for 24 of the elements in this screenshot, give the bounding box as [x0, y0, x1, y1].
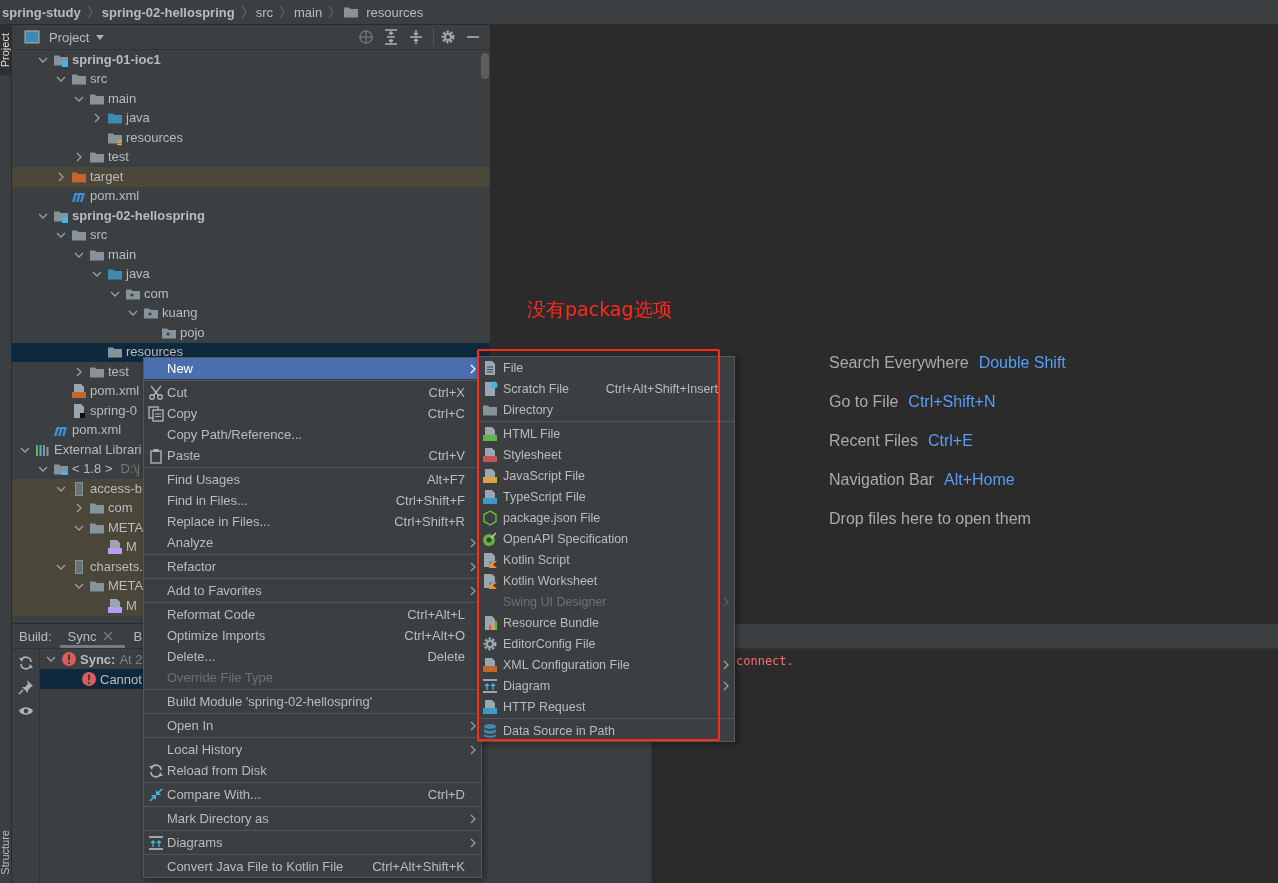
panel-label: Build:: [19, 628, 52, 644]
shortcut-text: Ctrl+Alt+O: [404, 628, 465, 643]
shortcut-text: Alt+Home: [943, 470, 1015, 489]
hint-text: Recent Files: [829, 431, 918, 450]
hint-text: Drop files here to open them: [829, 509, 1031, 528]
shortcut-text: Ctrl+X: [428, 385, 465, 400]
shortcut-text: Ctrl+E: [927, 431, 973, 450]
shortcut-text: Ctrl+V: [428, 448, 465, 463]
shortcut-text: Double Shift: [978, 353, 1066, 372]
shortcut-text: Delete: [427, 649, 465, 664]
hint-text: Navigation Bar: [829, 470, 934, 489]
annotation-text: 没有packag选项: [527, 297, 672, 322]
console-text: connect.: [736, 653, 795, 670]
hint-text: Go to File: [829, 392, 899, 411]
shortcut-text: Ctrl+Alt+Shift+K: [372, 859, 465, 874]
shortcut-text: Ctrl+D: [427, 787, 465, 802]
shortcut-text: Alt+F7: [427, 472, 465, 487]
hint-text: Search Everywhere: [829, 353, 969, 372]
shortcut-text: Ctrl+Shift+R: [394, 514, 465, 529]
shortcut-text: Ctrl+Alt+L: [407, 607, 465, 622]
shortcut-text: Ctrl+Shift+F: [395, 493, 465, 508]
shortcut-text: Ctrl+Shift+N: [908, 392, 996, 411]
shortcut-text: Ctrl+Alt+Shift+Insert: [605, 381, 718, 396]
shortcut-text: Ctrl+C: [427, 406, 465, 421]
